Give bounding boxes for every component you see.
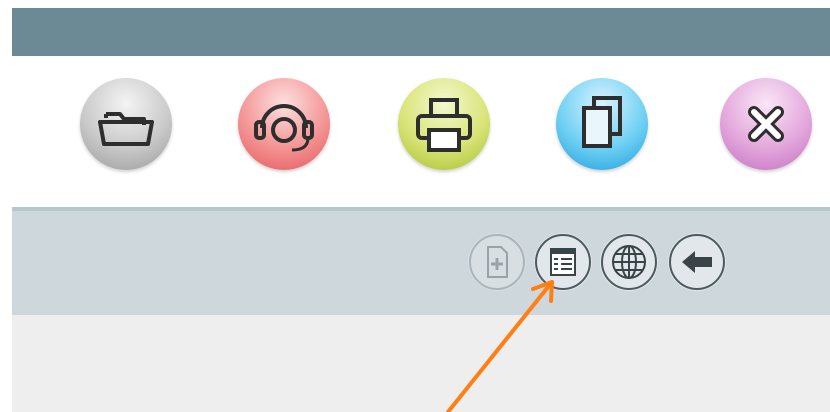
app-window — [0, 0, 830, 412]
folder-open-icon — [98, 112, 154, 146]
close-button[interactable] — [720, 78, 812, 170]
content-area — [12, 315, 830, 412]
support-button[interactable] — [238, 78, 330, 170]
form-list-icon — [535, 234, 591, 290]
new-document-button[interactable] — [468, 233, 526, 291]
print-button[interactable] — [398, 78, 490, 170]
web-button[interactable] — [600, 233, 658, 291]
open-button[interactable] — [80, 78, 172, 170]
copy-button[interactable] — [556, 78, 648, 170]
copy-pages-icon — [582, 96, 622, 148]
title-bar — [12, 8, 830, 56]
form-button[interactable] — [534, 233, 592, 291]
printer-icon — [416, 98, 472, 152]
back-button[interactable] — [668, 233, 726, 291]
globe-icon — [601, 234, 657, 290]
headset-icon — [254, 104, 314, 152]
file-plus-icon — [469, 234, 525, 290]
arrow-left-icon — [669, 234, 725, 290]
close-x-icon — [748, 106, 784, 142]
